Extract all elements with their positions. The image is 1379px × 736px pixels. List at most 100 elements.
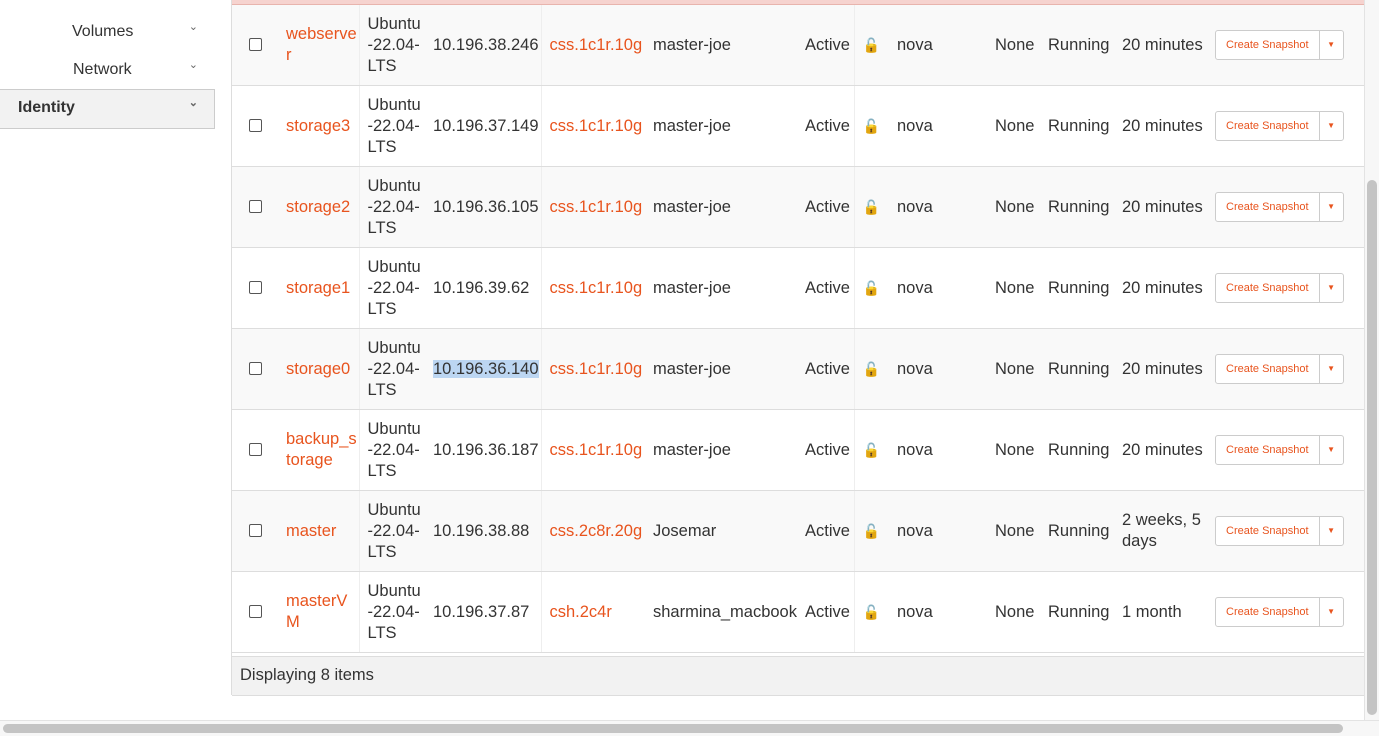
- image-name: Ubuntu-22.04-LTS: [367, 14, 421, 75]
- power-state: Running: [1048, 278, 1110, 297]
- status: Active: [805, 359, 850, 378]
- key-pair: Josemar: [653, 521, 717, 540]
- status: Active: [805, 35, 850, 54]
- age: 20 minutes: [1122, 359, 1203, 378]
- sidebar-item-volumes[interactable]: Volumes ⌄: [0, 14, 215, 51]
- ip-address: 10.196.36.105: [433, 197, 539, 216]
- create-snapshot-button[interactable]: Create Snapshot: [1216, 598, 1319, 626]
- cell-age: 20 minutes: [1114, 5, 1207, 86]
- sidebar-item-network[interactable]: Network ⌄: [0, 52, 215, 89]
- table-row: storage1 Ubuntu-22.04-LTS 10.196.39.62 css.…: [232, 247, 1365, 329]
- instance-name-link[interactable]: master: [286, 522, 336, 540]
- image-name: Ubuntu-22.04-LTS: [367, 338, 421, 399]
- flavor-link[interactable]: css.2c8r.20g: [550, 522, 643, 540]
- row-checkbox[interactable]: [249, 442, 262, 456]
- row-checkbox[interactable]: [249, 361, 262, 375]
- flavor-link[interactable]: css.1c1r.10g: [550, 198, 643, 216]
- cell-image: Ubuntu-22.04-LTS: [358, 490, 425, 572]
- cell-cb: [232, 166, 278, 248]
- task: None: [995, 440, 1035, 459]
- flavor-link[interactable]: css.1c1r.10g: [550, 279, 643, 297]
- create-snapshot-button[interactable]: Create Snapshot: [1216, 31, 1319, 59]
- actions-dropdown-caret-icon[interactable]: ▼: [1318, 598, 1343, 626]
- actions-dropdown-caret-icon[interactable]: ▼: [1318, 112, 1343, 140]
- table-row: storage3 Ubuntu-22.04-LTS 10.196.37.149 css…: [232, 85, 1365, 167]
- instance-name-link[interactable]: webserver: [286, 25, 357, 64]
- cell-name: storage0: [278, 328, 359, 410]
- actions-dropdown-caret-icon[interactable]: ▼: [1318, 274, 1343, 302]
- instance-name-link[interactable]: storage2: [286, 198, 350, 216]
- table-row: storage2 Ubuntu-22.04-LTS 10.196.36.105 css…: [232, 166, 1365, 248]
- age: 1 month: [1122, 602, 1182, 621]
- actions-dropdown-caret-icon[interactable]: ▼: [1318, 517, 1343, 545]
- vertical-scrollbar-thumb[interactable]: [1367, 180, 1377, 715]
- image-name: Ubuntu-22.04-LTS: [367, 176, 421, 237]
- vertical-scrollbar[interactable]: [1364, 0, 1379, 720]
- row-checkbox[interactable]: [249, 37, 262, 51]
- flavor-link[interactable]: css.1c1r.10g: [550, 117, 643, 135]
- cell-keypair: Josemar: [645, 490, 797, 572]
- row-checkbox[interactable]: [249, 604, 262, 618]
- actions-dropdown-caret-icon[interactable]: ▼: [1318, 31, 1343, 59]
- status: Active: [805, 440, 850, 459]
- instance-name-link[interactable]: storage0: [286, 360, 350, 378]
- cell-age: 20 minutes: [1114, 166, 1207, 248]
- cell-status: Active: [797, 247, 854, 329]
- instance-name-link[interactable]: masterVM: [286, 592, 347, 631]
- cell-flavor: css.1c1r.10g: [540, 328, 645, 410]
- flavor-link[interactable]: css.1c1r.10g: [550, 441, 643, 459]
- row-actions: Create Snapshot ▼: [1215, 30, 1344, 60]
- row-checkbox[interactable]: [249, 280, 262, 294]
- cell-power: Running: [1040, 247, 1114, 329]
- row-actions: Create Snapshot ▼: [1215, 111, 1344, 141]
- cell-ip: 10.196.38.246: [425, 5, 541, 86]
- cell-keypair: sharmina_macbook: [645, 571, 797, 653]
- key-pair: master-joe: [653, 197, 731, 216]
- cell-zone: nova: [889, 166, 987, 248]
- task: None: [995, 35, 1035, 54]
- row-checkbox[interactable]: [249, 523, 262, 537]
- flavor-link[interactable]: csh.2c4r: [550, 603, 612, 621]
- create-snapshot-button[interactable]: Create Snapshot: [1216, 112, 1319, 140]
- cell-act: Create Snapshot ▼: [1207, 247, 1365, 329]
- cell-zone: nova: [889, 5, 987, 86]
- task: None: [995, 278, 1035, 297]
- create-snapshot-button[interactable]: Create Snapshot: [1216, 193, 1319, 221]
- cell-act: Create Snapshot ▼: [1207, 166, 1365, 248]
- image-name: Ubuntu-22.04-LTS: [367, 500, 421, 561]
- flavor-link[interactable]: css.1c1r.10g: [550, 360, 643, 378]
- cell-keypair: master-joe: [645, 85, 797, 167]
- create-snapshot-button[interactable]: Create Snapshot: [1216, 274, 1319, 302]
- instance-name-link[interactable]: backup_storage: [286, 430, 357, 469]
- row-checkbox[interactable]: [249, 199, 262, 213]
- sidebar-item-identity[interactable]: Identity ⌄: [0, 89, 215, 129]
- cell-cb: [232, 247, 278, 329]
- cell-zone: nova: [889, 490, 987, 572]
- row-actions: Create Snapshot ▼: [1215, 192, 1344, 222]
- key-pair: master-joe: [653, 278, 731, 297]
- row-checkbox[interactable]: [249, 118, 262, 132]
- cell-ip: 10.196.39.62: [425, 247, 541, 329]
- chevron-down-icon: ⌄: [188, 59, 198, 71]
- cell-name: master: [278, 490, 359, 572]
- chevron-down-icon: ⌄: [188, 97, 198, 109]
- create-snapshot-button[interactable]: Create Snapshot: [1216, 436, 1319, 464]
- flavor-link[interactable]: css.1c1r.10g: [550, 36, 643, 54]
- cell-cb: [232, 5, 278, 86]
- horizontal-scrollbar-thumb[interactable]: [3, 724, 1343, 733]
- cell-task: None: [987, 490, 1040, 572]
- actions-dropdown-caret-icon[interactable]: ▼: [1318, 355, 1343, 383]
- cell-keypair: master-joe: [645, 166, 797, 248]
- create-snapshot-button[interactable]: Create Snapshot: [1216, 355, 1319, 383]
- cell-image: Ubuntu-22.04-LTS: [358, 247, 425, 329]
- status: Active: [805, 278, 850, 297]
- horizontal-scrollbar[interactable]: [0, 720, 1379, 736]
- unlock-icon: 🔓: [862, 360, 880, 377]
- ip-address: 10.196.37.149: [433, 116, 539, 135]
- create-snapshot-button[interactable]: Create Snapshot: [1216, 517, 1319, 545]
- image-name: Ubuntu-22.04-LTS: [367, 581, 421, 642]
- instance-name-link[interactable]: storage1: [286, 279, 350, 297]
- actions-dropdown-caret-icon[interactable]: ▼: [1318, 193, 1343, 221]
- actions-dropdown-caret-icon[interactable]: ▼: [1318, 436, 1343, 464]
- instance-name-link[interactable]: storage3: [286, 117, 350, 135]
